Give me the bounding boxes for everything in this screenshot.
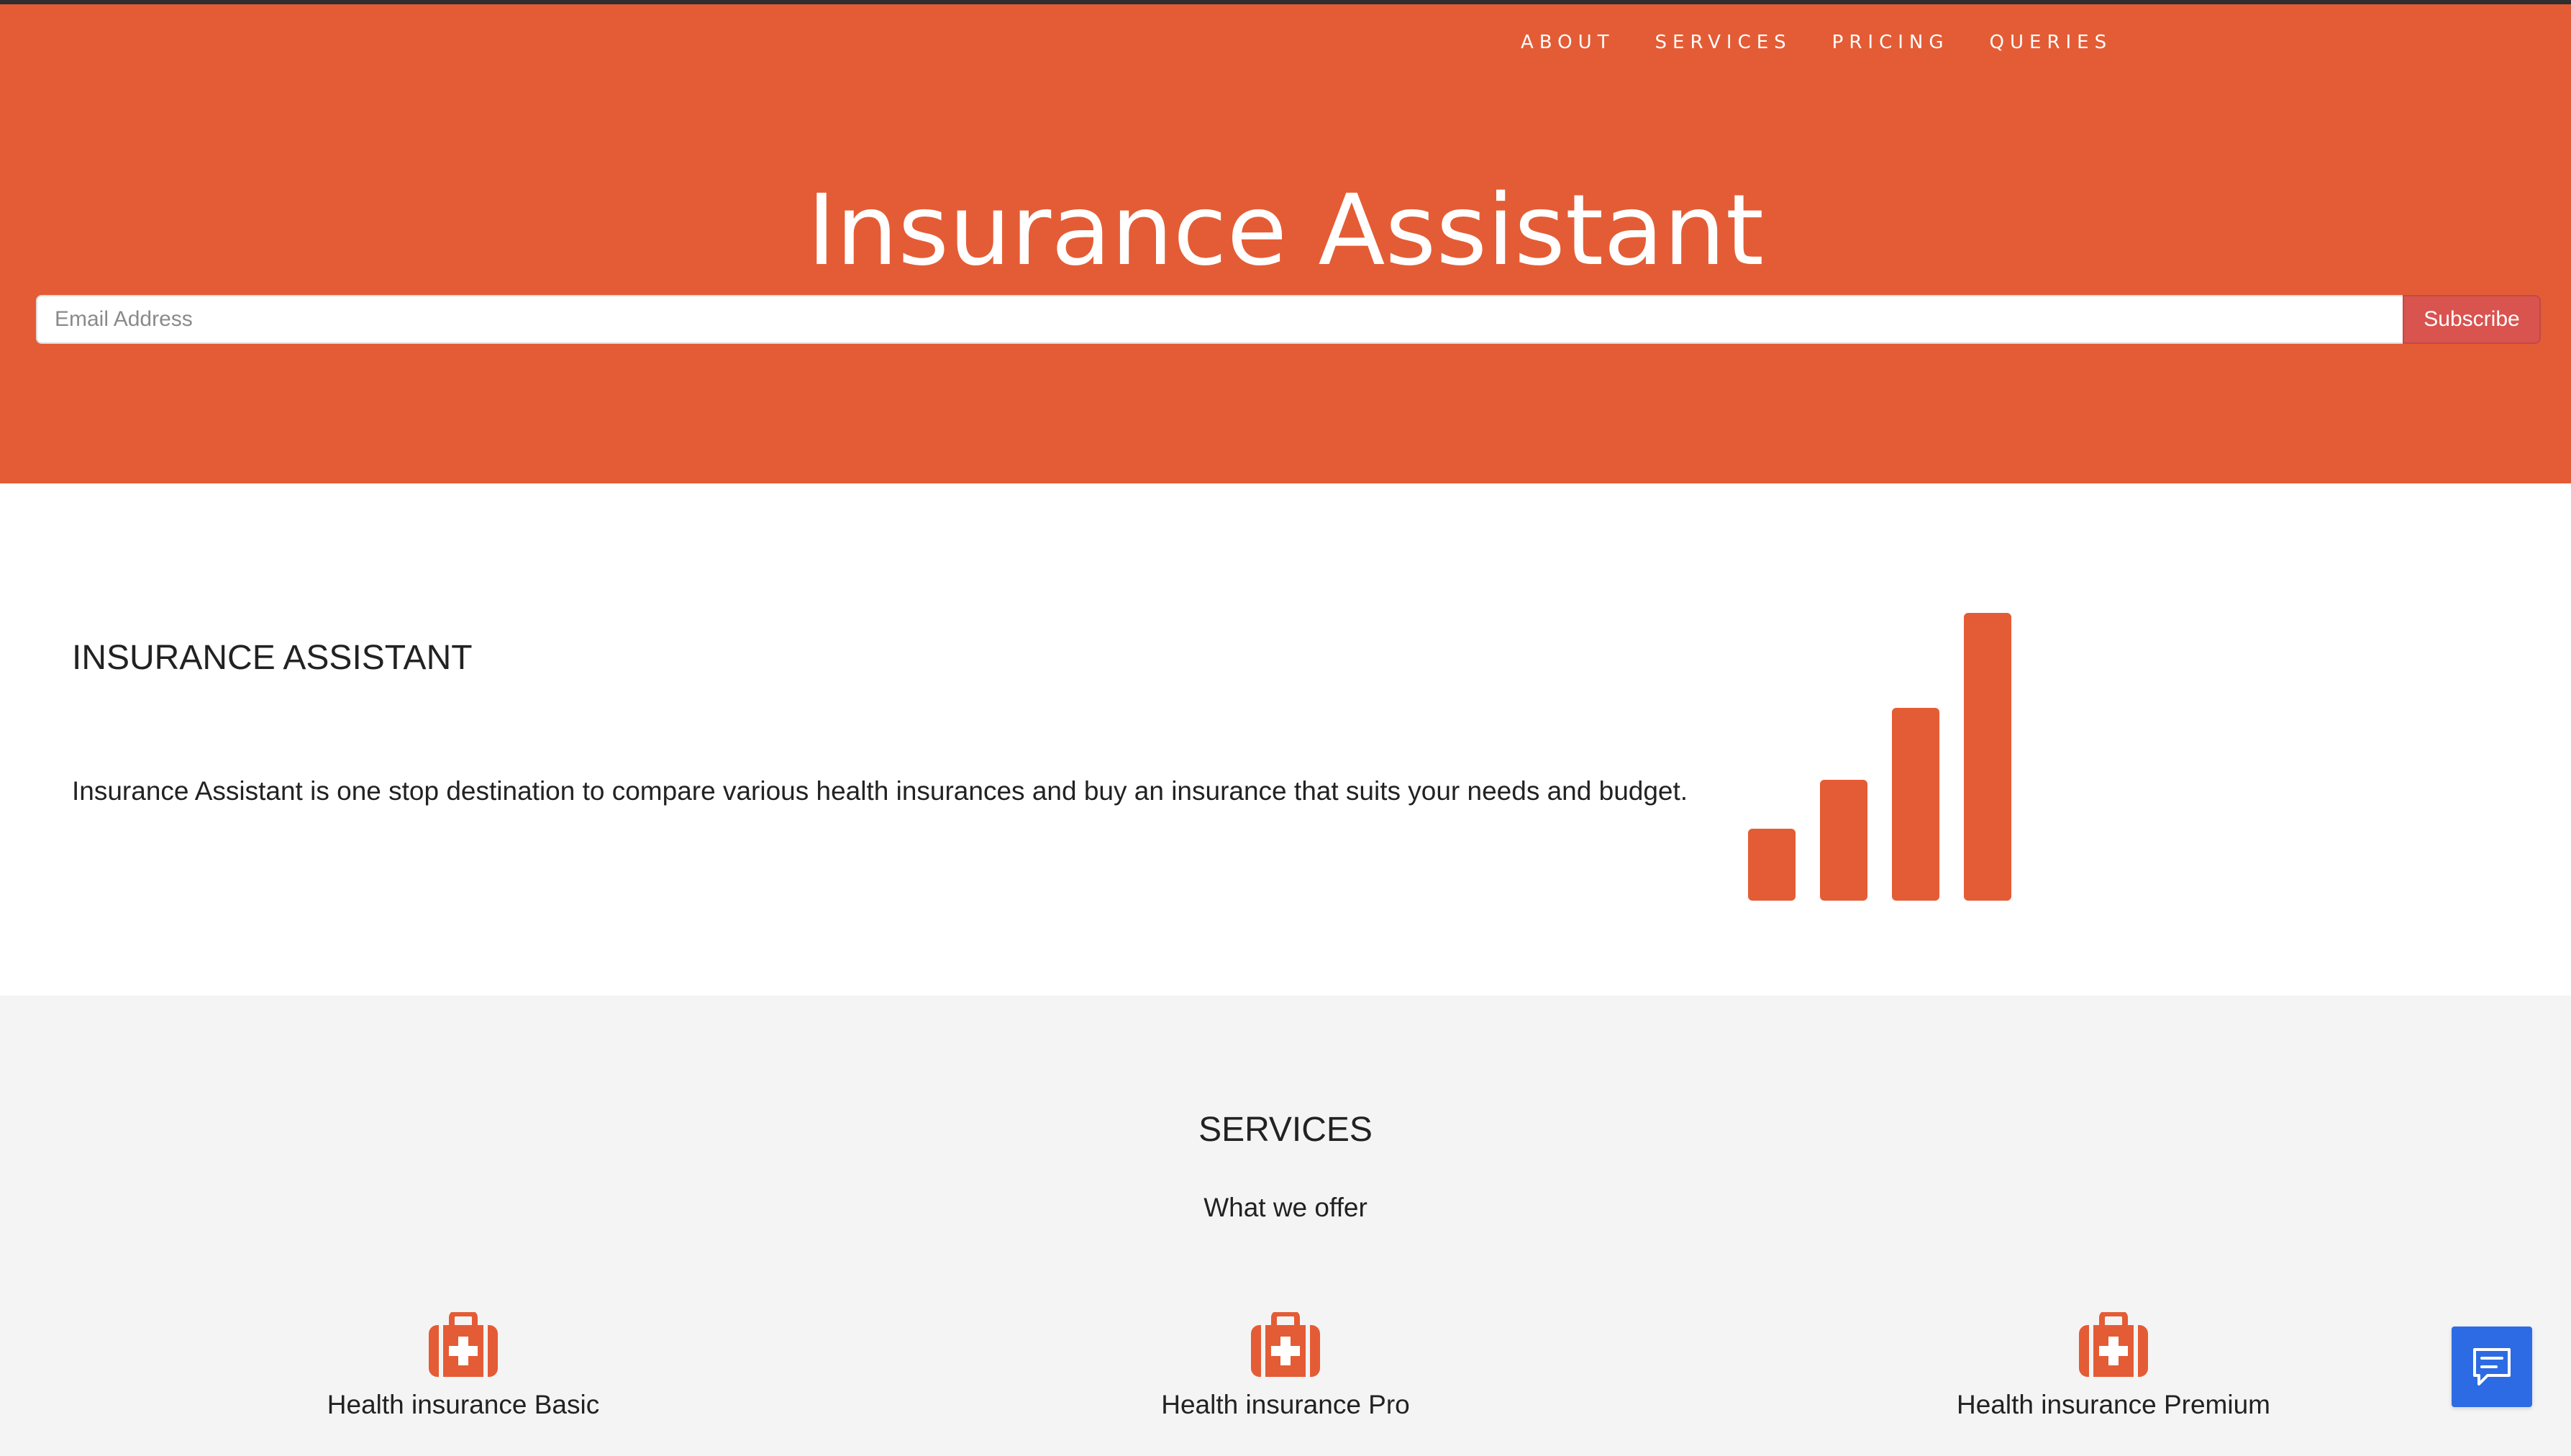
medical-kit-icon (1251, 1312, 1320, 1377)
hero-section: ABOUT SERVICES PRICING QUERIES Insurance… (0, 0, 2571, 483)
nav-item-queries[interactable]: QUERIES (1990, 30, 2113, 55)
chat-button[interactable] (2452, 1327, 2532, 1407)
service-card-pro[interactable]: Health insurance Pro (1034, 1312, 1537, 1442)
service-label-basic: Health insurance Basic (327, 1390, 600, 1419)
service-card-premium[interactable]: Health insurance Premium (1862, 1312, 2365, 1442)
signal-bars-icon (1748, 613, 2011, 901)
services-heading: SERVICES (1198, 1111, 1373, 1149)
hero-title: Insurance Assistant (806, 174, 1765, 288)
about-section: INSURANCE ASSISTANT Insurance Assistant … (0, 483, 2571, 996)
medical-kit-icon (429, 1312, 498, 1377)
medical-kit-icon (2079, 1312, 2148, 1377)
services-subheading: What we offer (1203, 1193, 1368, 1222)
subscribe-form: Subscribe (36, 295, 2541, 344)
page: ABOUT SERVICES PRICING QUERIES Insurance… (0, 0, 2571, 1456)
services-section: SERVICES What we offer Health insurance … (0, 996, 2571, 1456)
chat-icon (2473, 1348, 2511, 1386)
nav-item-services[interactable]: SERVICES (1655, 30, 1792, 55)
about-heading: INSURANCE ASSISTANT (72, 639, 473, 677)
service-label-pro: Health insurance Pro (1161, 1390, 1410, 1419)
top-nav: ABOUT SERVICES PRICING QUERIES (1521, 30, 2152, 55)
nav-item-about[interactable]: ABOUT (1521, 30, 1615, 55)
about-description: Insurance Assistant is one stop destinat… (72, 776, 1688, 806)
email-field[interactable] (36, 295, 2403, 344)
service-card-basic[interactable]: Health insurance Basic (211, 1312, 715, 1442)
nav-item-pricing[interactable]: PRICING (1832, 30, 1949, 55)
service-label-premium: Health insurance Premium (1957, 1390, 2270, 1419)
subscribe-button[interactable]: Subscribe (2403, 295, 2541, 344)
